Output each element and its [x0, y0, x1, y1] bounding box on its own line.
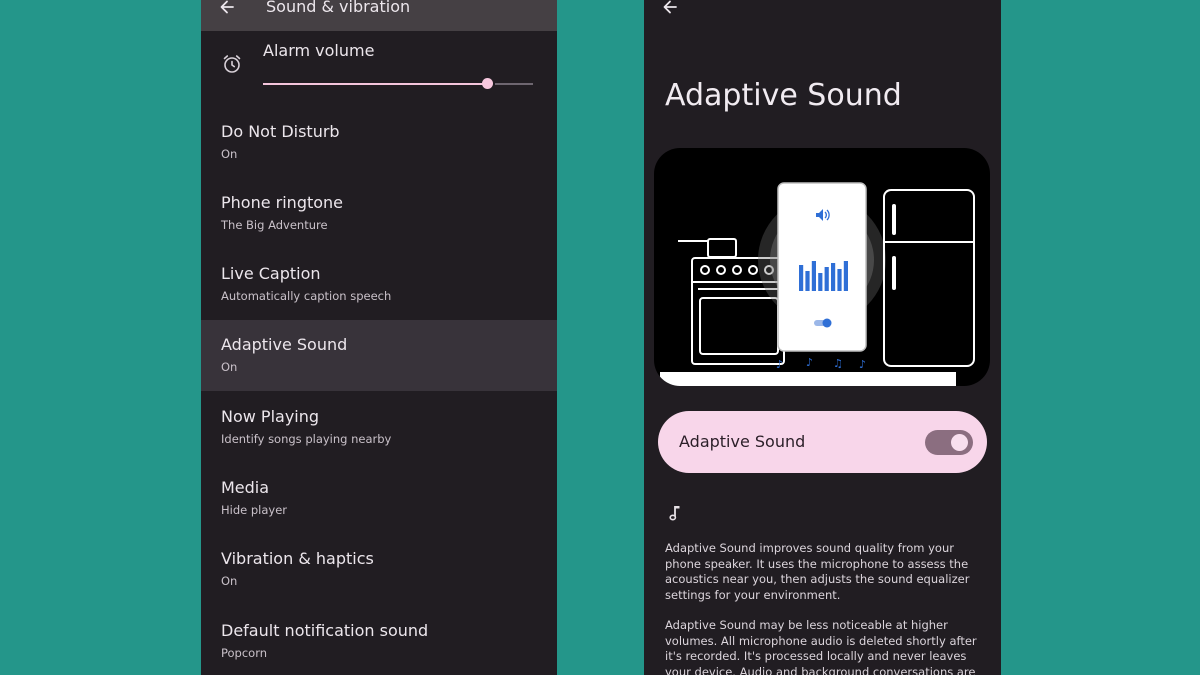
page-title: Sound & vibration [266, 0, 411, 16]
item-subtitle: On [221, 574, 238, 588]
alarm-volume-label: Alarm volume [263, 41, 375, 60]
item-title: Adaptive Sound [221, 335, 348, 354]
settings-item-do-not-disturb[interactable]: Do Not Disturb On [201, 110, 557, 181]
item-subtitle: On [221, 147, 238, 161]
music-notes: ♪ ♪ ♫ ♪ [776, 356, 866, 371]
kitchen-illustration: ♪ ♪ ♫ ♪ [660, 182, 975, 386]
slider-thumb[interactable] [482, 78, 493, 89]
sound-settings-screen: Sound & vibration Alarm volume Do Not Di… [201, 0, 557, 675]
settings-item-phone-ringtone[interactable]: Phone ringtone The Big Adventure [201, 181, 557, 252]
description-paragraph: Adaptive Sound may be less noticeable at… [665, 618, 977, 675]
slider-active-track [263, 83, 487, 85]
item-subtitle: Hide player [221, 503, 288, 517]
item-subtitle: Automatically caption speech [221, 289, 392, 303]
back-arrow-icon[interactable] [217, 0, 237, 17]
item-subtitle: On [221, 360, 238, 374]
slider-inactive-track [495, 83, 533, 85]
equalizer-bar [824, 267, 829, 291]
music-note-icon: ♫ [833, 357, 843, 370]
item-title: Live Caption [221, 264, 321, 283]
settings-item-default-notification-sound[interactable]: Default notification sound Popcorn [201, 609, 557, 675]
equalizer-bar [799, 265, 804, 291]
back-arrow-icon[interactable] [660, 0, 680, 17]
item-subtitle: Popcorn [221, 646, 268, 660]
alarm-volume-slider[interactable] [263, 76, 533, 92]
settings-item-live-caption[interactable]: Live Caption Automatically caption speec… [201, 252, 557, 323]
pan-illustration [678, 238, 737, 258]
toggle-label: Adaptive Sound [679, 432, 806, 451]
settings-item-adaptive-sound[interactable]: Adaptive Sound On [201, 320, 557, 391]
floor-line [660, 372, 956, 386]
item-title: Phone ringtone [221, 193, 344, 212]
music-note-icon: ♪ [776, 358, 783, 371]
adaptive-sound-illustration: ♪ ♪ ♫ ♪ [654, 148, 990, 386]
settings-item-vibration-haptics[interactable]: Vibration & haptics On [201, 537, 557, 608]
page-title: Adaptive Sound [665, 78, 902, 113]
item-title: Media [221, 478, 270, 497]
item-subtitle: The Big Adventure [221, 218, 328, 232]
app-bar: Sound & vibration [201, 0, 557, 31]
equalizer-bar [831, 263, 836, 291]
settings-item-now-playing[interactable]: Now Playing Identify songs playing nearb… [201, 395, 557, 466]
item-title: Default notification sound [221, 621, 429, 640]
music-note-icon [669, 506, 680, 521]
description-paragraph: Adaptive Sound improves sound quality fr… [665, 541, 970, 602]
music-note-icon: ♪ [859, 358, 866, 371]
item-subtitle: Identify songs playing nearby [221, 432, 392, 446]
music-note-icon: ♪ [806, 356, 813, 369]
item-title: Now Playing [221, 407, 320, 426]
equalizer-bar [805, 271, 810, 291]
adaptive-sound-toggle-row[interactable]: Adaptive Sound [658, 411, 987, 473]
adaptive-sound-switch[interactable] [925, 430, 973, 455]
item-title: Do Not Disturb [221, 122, 340, 141]
phone-illustration [777, 182, 867, 352]
alarm-clock-icon [223, 55, 241, 73]
switch-knob [951, 434, 968, 451]
equalizer-bar [843, 261, 848, 291]
item-title: Vibration & haptics [221, 549, 374, 568]
equalizer-bar [811, 261, 816, 291]
settings-item-media[interactable]: Media Hide player [201, 466, 557, 537]
equalizer-bar [818, 273, 823, 291]
adaptive-sound-screen: Adaptive Sound ♪ ♪ ♫ ♪ Adaptive Sound Ad… [644, 0, 1001, 675]
equalizer-bar [837, 269, 842, 291]
fridge-illustration [883, 189, 975, 367]
